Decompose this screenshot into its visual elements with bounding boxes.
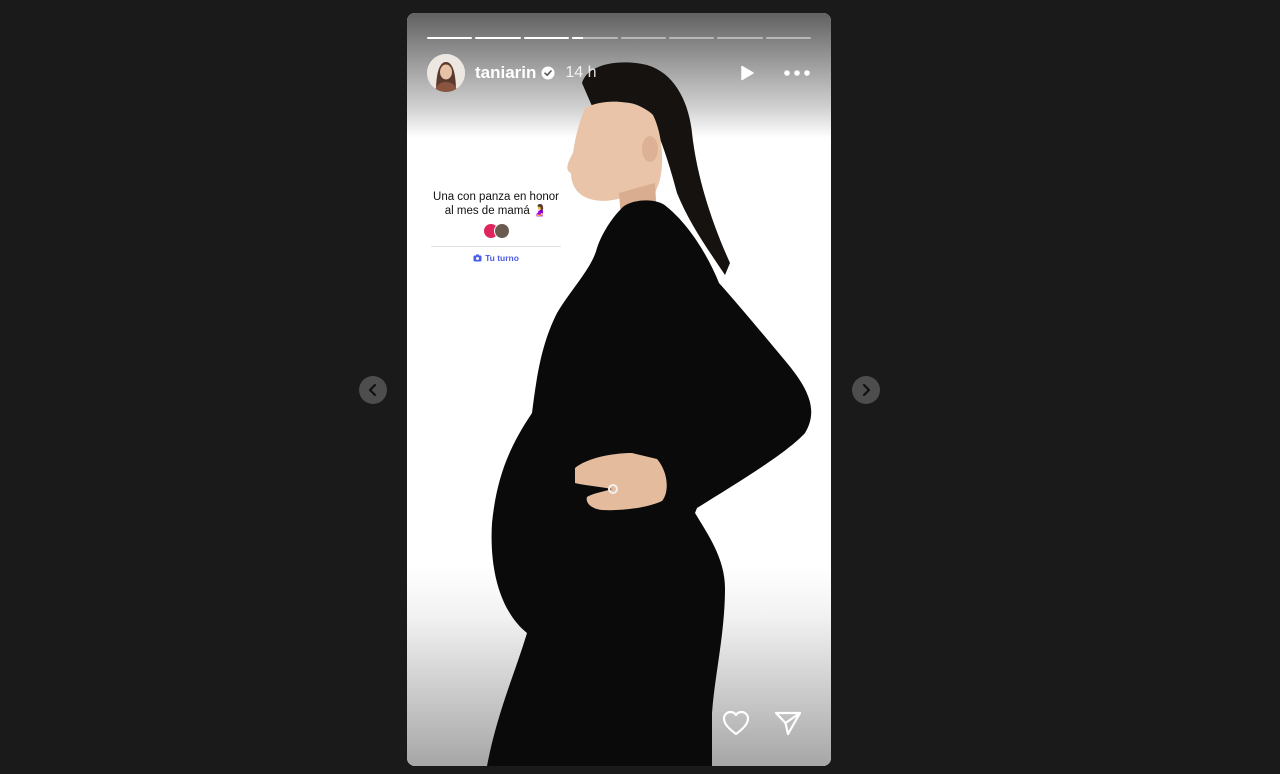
share-button[interactable]	[773, 708, 803, 738]
progress-segment	[765, 37, 811, 39]
play-button[interactable]	[735, 61, 759, 85]
camera-icon	[473, 254, 482, 262]
add-yours-sticker[interactable]: Una con panza en honor al mes de mamá 🤰 …	[431, 190, 561, 263]
progress-segment	[523, 37, 570, 39]
previous-story-button[interactable]	[359, 376, 387, 404]
profile-photo	[427, 54, 465, 92]
participant-avatar	[493, 223, 510, 239]
next-story-button[interactable]	[852, 376, 880, 404]
sticker-participants	[431, 223, 561, 239]
story-viewer[interactable]: taniarin 14 h Una con panza en honor al …	[407, 13, 831, 766]
progress-segment	[572, 37, 618, 39]
verified-badge-icon	[541, 66, 555, 80]
progress-segment	[427, 37, 473, 39]
story-photo	[487, 62, 812, 766]
more-options-button[interactable]	[783, 61, 811, 85]
progress-segment	[717, 37, 763, 39]
avatar[interactable]	[427, 54, 465, 92]
your-turn-button[interactable]: Tu turno	[431, 253, 561, 263]
story-actions	[721, 708, 803, 738]
username[interactable]: taniarin	[475, 63, 536, 83]
chevron-right-icon	[862, 383, 871, 397]
post-time: 14 h	[565, 64, 597, 81]
like-button[interactable]	[721, 708, 751, 738]
progress-segment	[475, 37, 521, 39]
sticker-prompt: Una con panza en honor al mes de mamá 🤰	[433, 191, 559, 217]
chevron-left-icon	[368, 383, 377, 397]
sticker-divider	[431, 246, 561, 247]
progress-segment	[620, 37, 666, 39]
send-icon	[774, 711, 802, 736]
story-progress-bar	[427, 37, 811, 39]
your-turn-label: Tu turno	[485, 253, 519, 263]
heart-icon	[722, 710, 750, 736]
play-icon	[741, 65, 754, 81]
progress-segment	[668, 37, 715, 39]
more-options-icon	[784, 70, 810, 76]
story-header: taniarin 14 h	[427, 53, 811, 93]
